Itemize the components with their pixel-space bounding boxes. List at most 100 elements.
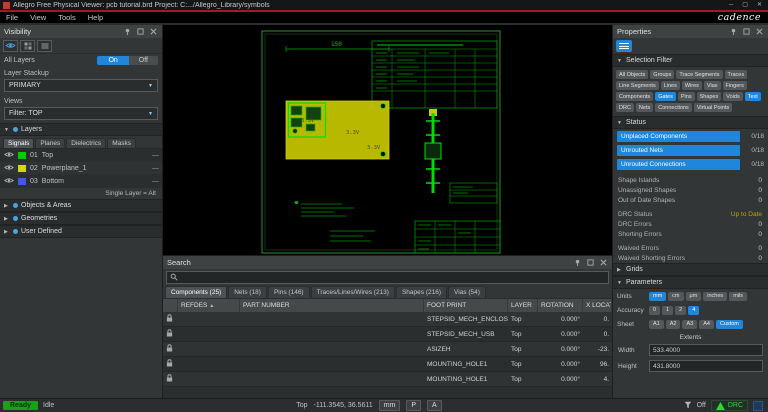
global-visibility-icon[interactable] (3, 40, 18, 52)
table-row[interactable]: ASIZEH Top 0.000° -23. (163, 342, 612, 357)
float-panel-icon[interactable] (136, 27, 145, 36)
table-row[interactable]: MOUNTING_HOLE1 Top 0.000° 4. (163, 372, 612, 387)
column-layer[interactable]: LAYER (508, 299, 538, 312)
tab-dielectrics[interactable]: Dielectrics (66, 138, 106, 148)
tab-masks[interactable]: Masks (107, 138, 136, 148)
units-um-button[interactable]: µm (686, 292, 702, 301)
filter-trace-segments-button[interactable]: Trace Segments (676, 70, 722, 79)
objects-areas-section-header[interactable]: ▶ Objects & Areas (0, 199, 162, 212)
maximize-button[interactable]: ▢ (742, 0, 748, 10)
user-defined-section-header[interactable]: ▶ User Defined (0, 225, 162, 238)
accuracy-2-button[interactable]: 2 (675, 306, 686, 315)
tab-signals[interactable]: Signals (3, 138, 34, 148)
views-select[interactable]: Filter: TOP ▼ (4, 107, 158, 120)
units-mils-button[interactable]: mils (729, 292, 747, 301)
lock-icon[interactable] (163, 314, 178, 324)
filter-pins-button[interactable]: Pins (678, 92, 695, 101)
tab-components[interactable]: Components (25) (165, 286, 227, 298)
unrouted-connections-button[interactable]: Unrouted Connections (617, 159, 740, 170)
unplaced-components-button[interactable]: Unplaced Components (617, 131, 740, 142)
parameters-section-header[interactable]: ▼ Parameters (613, 276, 768, 289)
tab-nets[interactable]: Nets (18) (228, 286, 267, 298)
column-refdes[interactable]: REFDES▲ (178, 299, 240, 312)
app-badge-icon[interactable] (753, 401, 763, 411)
column-x-location[interactable]: X LOCATIO (583, 299, 612, 312)
close-panel-icon[interactable] (755, 27, 764, 36)
sheet-a3-button[interactable]: A3 (682, 320, 697, 329)
width-input[interactable] (649, 344, 763, 356)
table-row[interactable]: STEPSID_MECH_USB Top 0.000° 0. (163, 327, 612, 342)
filter-groups-button[interactable]: Groups (650, 70, 674, 79)
sheet-custom-button[interactable]: Custom (716, 320, 743, 329)
lock-icon[interactable] (163, 329, 178, 339)
sheet-a2-button[interactable]: A2 (666, 320, 681, 329)
table-row[interactable]: MOUNTING_HOLE1 Top 0.000° 96. (163, 357, 612, 372)
eye-icon[interactable] (4, 151, 14, 160)
filter-fingers-button[interactable]: Fingers (723, 81, 747, 90)
filter-shapes-button[interactable]: Shapes (697, 92, 722, 101)
close-panel-icon[interactable] (149, 27, 158, 36)
p-button[interactable]: P (406, 400, 421, 411)
units-toggle-button[interactable]: mm (379, 400, 401, 411)
all-layers-on-button[interactable]: On (97, 56, 128, 65)
filter-text-button[interactable]: Text (745, 92, 761, 101)
units-cm-button[interactable]: cm (668, 292, 683, 301)
pin-icon[interactable] (573, 258, 582, 267)
layer-linestyle[interactable]: — (152, 152, 158, 159)
tab-traces-lines-wires[interactable]: Traces/Lines/Wires (213) (311, 286, 395, 298)
layer-color-swatch[interactable] (18, 178, 26, 185)
filter-lines-button[interactable]: Lines (661, 81, 680, 90)
column-rotation[interactable]: ROTATION (538, 299, 583, 312)
layer-row-powerplane[interactable]: 02 Powerplane_1 — (0, 162, 162, 175)
table-row[interactable]: STEPSID_MECH_ENCLOSURE Top 0.000° 0. (163, 312, 612, 327)
tab-pins[interactable]: Pins (146) (268, 286, 310, 298)
column-lock[interactable] (163, 299, 178, 312)
close-button[interactable]: ✕ (757, 0, 762, 10)
filter-vias-button[interactable]: Vias (704, 81, 721, 90)
grids-section-header[interactable]: ▶ Grids (613, 263, 768, 276)
tab-vias[interactable]: Vias (54) (448, 286, 486, 298)
filter-components-button[interactable]: Components (616, 92, 653, 101)
layer-row-top[interactable]: 01 Top — (0, 149, 162, 162)
sheet-a4-button[interactable]: A4 (699, 320, 714, 329)
filter-funnel-icon[interactable] (684, 401, 692, 411)
selection-filter-section-header[interactable]: ▼ Selection Filter (613, 54, 768, 67)
eye-icon[interactable] (4, 164, 14, 173)
tab-shapes[interactable]: Shapes (216) (396, 286, 447, 298)
unrouted-nets-button[interactable]: Unrouted Nets (617, 145, 740, 156)
a-button[interactable]: A (427, 400, 442, 411)
search-input[interactable] (181, 274, 605, 281)
sheet-a1-button[interactable]: A1 (649, 320, 664, 329)
layer-color-swatch[interactable] (18, 165, 26, 172)
units-mm-button[interactable]: mm (649, 292, 666, 301)
accuracy-1-button[interactable]: 1 (662, 306, 673, 315)
geometries-section-header[interactable]: ▶ Geometries (0, 212, 162, 225)
layers-section-header[interactable]: ▼ Layers (0, 123, 162, 136)
minimize-button[interactable]: ─ (729, 0, 733, 10)
menu-tools[interactable]: Tools (52, 13, 82, 22)
height-input[interactable] (649, 360, 763, 372)
close-panel-icon[interactable] (599, 258, 608, 267)
pin-icon[interactable] (123, 27, 132, 36)
layer-stackup-select[interactable]: PRIMARY ▼ (4, 79, 158, 92)
filter-connections-button[interactable]: Connections (655, 103, 692, 112)
filter-line-segments-button[interactable]: Line Segments (616, 81, 659, 90)
pin-icon[interactable] (729, 27, 738, 36)
menu-help[interactable]: Help (82, 13, 109, 22)
filter-voids-button[interactable]: Voids (723, 92, 742, 101)
layer-stack-icon[interactable] (37, 40, 52, 52)
drc-indicator[interactable]: DRC (711, 400, 748, 411)
layer-linestyle[interactable]: — (152, 165, 158, 172)
filter-wires-button[interactable]: Wires (682, 81, 702, 90)
menu-view[interactable]: View (24, 13, 52, 22)
filter-gates-button[interactable]: Gates (655, 92, 676, 101)
all-layers-off-button[interactable]: Off (129, 56, 158, 65)
lock-icon[interactable] (163, 374, 178, 384)
layer-grid-icon[interactable] (20, 40, 35, 52)
column-footprint[interactable]: FOOT PRINT (424, 299, 508, 312)
float-panel-icon[interactable] (742, 27, 751, 36)
layer-row-bottom[interactable]: 03 Bottom — (0, 175, 162, 188)
pcb-canvas[interactable]: 150 (163, 25, 612, 255)
filter-all-objects-button[interactable]: All Objects (616, 70, 648, 79)
filter-virtual-points-button[interactable]: Virtual Points (694, 103, 732, 112)
